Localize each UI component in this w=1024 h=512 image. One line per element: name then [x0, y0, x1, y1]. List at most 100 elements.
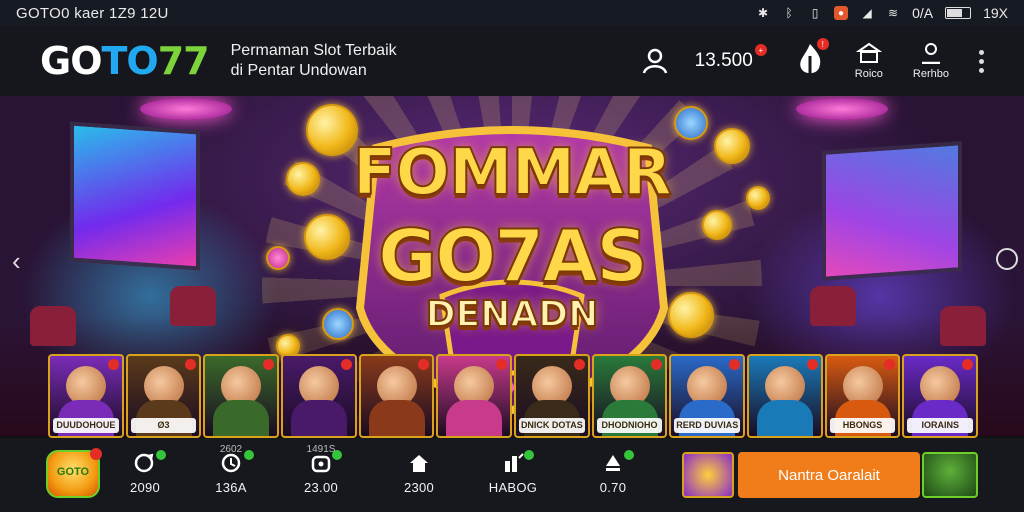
header-icon-label-1: Roico [854, 68, 883, 80]
coin-icon [304, 214, 350, 260]
banner-prev-arrow-icon[interactable]: ‹ [12, 246, 21, 277]
header-icon-button-1[interactable]: Roico [855, 42, 883, 80]
brand-logo[interactable]: GOTO77 [40, 39, 210, 83]
game-badge-icon [651, 359, 663, 370]
bottom-nav-item-2[interactable]: 2602 136A [196, 444, 266, 495]
green-dot [524, 450, 534, 460]
ceiling-lamp-left [140, 98, 232, 120]
banner-title-line1: FOMMAR [352, 135, 673, 211]
game-card[interactable] [281, 354, 357, 438]
green-dot [332, 450, 342, 460]
flame-badge: ! [816, 38, 829, 50]
game-card[interactable] [747, 354, 823, 438]
game-card[interactable]: DUUDOHOUE [48, 354, 124, 438]
header-icon-button-2[interactable]: Rerhbo [913, 42, 949, 80]
promo-flame-button[interactable]: ! [795, 38, 829, 80]
banner-next-circle-icon[interactable] [996, 248, 1018, 270]
notification-icon: ● [834, 6, 849, 20]
game-card-label: IORAINS [907, 418, 974, 433]
bottom-nav-item-1[interactable]: 2090 [110, 450, 180, 495]
game-card[interactable] [203, 354, 280, 438]
wall-screen-left [70, 121, 200, 271]
app-header: GOTO77 Permaman Slot Terbaik di Pentar U… [0, 26, 1024, 96]
game-badge-icon [496, 359, 508, 370]
game-card[interactable] [358, 354, 435, 438]
game-character-body [446, 400, 503, 436]
game-card[interactable]: Ø3 [125, 354, 202, 438]
home-icon [410, 455, 428, 472]
tagline-line1: Permaman Slot Terbaik [230, 42, 397, 59]
bottom-nav-item-3[interactable]: 1491S 23.00 [286, 444, 356, 495]
game-badge-icon [340, 359, 352, 370]
promo-button[interactable]: Nantra Oaralait [738, 452, 920, 498]
game-card-label: DNICK DOTAS [519, 418, 585, 433]
sim-icon: ▯ [811, 6, 819, 20]
promo-character-thumbnail[interactable] [922, 452, 978, 498]
balance-badge: + [754, 44, 767, 56]
green-dot [156, 450, 166, 460]
chair [940, 306, 986, 346]
bottom-nav-item-5[interactable]: HABOG [478, 450, 548, 495]
game-card[interactable] [436, 354, 513, 438]
history-icon [221, 453, 241, 473]
game-card-label: DHODNIOHO [596, 418, 663, 433]
game-card[interactable]: RERD DUVIAS [669, 354, 746, 438]
game-character-body [290, 400, 347, 436]
game-card-label: Ø3 [130, 418, 197, 433]
bottom-logo-badge [90, 448, 102, 460]
bottom-nav-item-4[interactable]: 2300 [384, 452, 454, 495]
chair [30, 306, 76, 346]
battery-icon [945, 7, 972, 19]
game-card[interactable]: IORAINS [902, 354, 979, 438]
header-icon-label-2: Rerhbo [912, 68, 949, 80]
status-network-text: 0/A [912, 5, 934, 21]
chair [170, 286, 216, 326]
game-character-body [368, 400, 425, 436]
game-badge-icon [107, 359, 119, 370]
game-card[interactable]: DHODNIOHO [591, 354, 668, 438]
bottom-logo-button[interactable]: GOTO [46, 448, 102, 498]
balance-display[interactable]: 13.500 + [694, 44, 767, 72]
gem-icon [266, 246, 290, 270]
status-time: 19X [983, 5, 1008, 21]
coin-icon [714, 128, 750, 164]
balance-value: 13.500 [694, 50, 753, 71]
bottom-navigation: GOTO 2090 2602 136A 1491S 23.00 2300 HAB… [0, 438, 1024, 512]
tagline-line2: di Pentar Undowan [230, 62, 367, 79]
game-card-label: RERD DUVIAS [674, 418, 741, 433]
bottom-nav-item-6[interactable]: 0.70 [578, 450, 648, 495]
signal-icon: ◢ [862, 6, 872, 20]
ceiling-lamp-right [796, 98, 888, 120]
game-badge-icon [263, 359, 275, 370]
chair [810, 286, 856, 326]
header-actions: 13.500 + ! Roico Rerhbo [639, 38, 984, 80]
promo-slot-thumbnail[interactable] [682, 452, 734, 498]
game-badge-icon [884, 359, 896, 370]
person-icon [606, 455, 620, 471]
game-badge-icon [729, 359, 741, 370]
user-icon[interactable] [639, 44, 673, 78]
game-badge-icon [573, 359, 585, 370]
game-card[interactable]: HBONGS [824, 354, 901, 438]
profile-icon [921, 43, 940, 64]
game-card[interactable]: DNICK DOTAS [514, 354, 590, 438]
game-badge-icon [418, 359, 430, 370]
game-character-body [756, 400, 813, 436]
banner-title-line2: GO7AS [377, 213, 649, 299]
game-character-body [213, 400, 270, 436]
chart-icon [505, 453, 524, 472]
wall-screen-right [822, 141, 962, 281]
gem-icon [674, 106, 708, 140]
game-card-label: HBONGS [829, 418, 896, 433]
game-card-label: DUUDOHOUE [53, 418, 119, 433]
bluetooth-icon: ᛒ [785, 6, 793, 20]
nfc-icon: ✱ [758, 6, 769, 20]
wallet-icon [311, 455, 331, 473]
game-card-row: DUUDOHOUE Ø3 DNICK DOTAS DHODNIOHO RERD DUVI… [48, 354, 979, 438]
banner-title-line3: DENADN [425, 293, 599, 336]
green-dot [244, 450, 254, 460]
more-menu-icon[interactable] [979, 49, 984, 73]
green-dot [624, 450, 634, 460]
wifi-icon: ≋ [888, 6, 899, 20]
game-badge-icon [185, 359, 197, 370]
